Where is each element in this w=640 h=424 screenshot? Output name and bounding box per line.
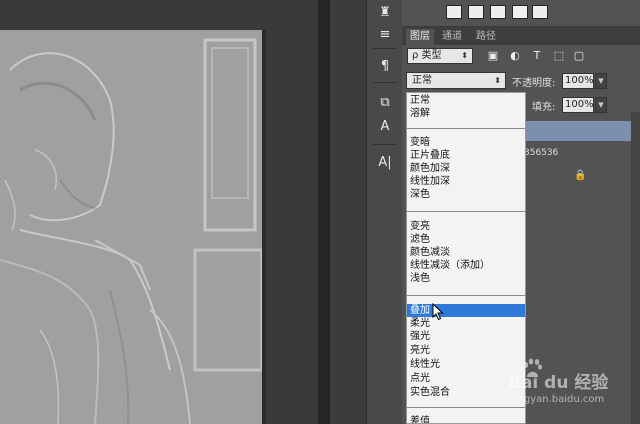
- panel-top-toolbar: [402, 0, 640, 27]
- distribute-icon[interactable]: [468, 5, 484, 19]
- dropdown-arrow-icon: ⬍: [494, 76, 501, 85]
- blend-option-soft-light[interactable]: 柔光: [407, 317, 525, 330]
- adjustment-filter-icon[interactable]: ◐: [508, 49, 522, 63]
- fill-dropdown-icon[interactable]: ▼: [595, 97, 607, 113]
- stripes-icon[interactable]: [490, 5, 506, 19]
- blend-option-difference[interactable]: 差值: [407, 415, 525, 423]
- menu-separator: [407, 211, 525, 212]
- separator: [373, 144, 397, 145]
- mouse-cursor-icon: [432, 303, 444, 321]
- blend-option-lighter-color[interactable]: 浅色: [407, 272, 525, 285]
- blend-option-multiply[interactable]: 正片叠底: [407, 149, 525, 162]
- opacity-dropdown-icon[interactable]: ▼: [595, 73, 607, 89]
- blend-option-darken[interactable]: 变暗: [407, 136, 525, 149]
- separator: [373, 48, 397, 49]
- high-pass-photo: [0, 30, 262, 424]
- blend-row: 正常 ⬍ 不透明度: 100% ▼: [402, 70, 640, 92]
- gradient-icon[interactable]: [532, 5, 548, 19]
- cross-icon[interactable]: [512, 5, 528, 19]
- paragraph-icon[interactable]: ¶: [374, 56, 396, 78]
- smart-object-filter-icon[interactable]: ▢: [572, 49, 586, 63]
- lock-icon: 🔒: [574, 170, 587, 181]
- blend-option-color-dodge[interactable]: 颜色减淡: [407, 246, 525, 259]
- panel-divider[interactable]: [318, 0, 330, 424]
- document-image[interactable]: [0, 30, 262, 424]
- canvas-area[interactable]: [0, 0, 318, 424]
- collapsed-dock: [330, 0, 366, 424]
- adjustments-icon[interactable]: ≡: [374, 24, 396, 46]
- watermark-url: jingyan.baidu.com: [512, 394, 605, 405]
- fill-input[interactable]: 100%: [562, 97, 594, 113]
- brush-preset-icon[interactable]: ♜: [374, 2, 396, 24]
- align-icon[interactable]: [446, 5, 462, 19]
- watermark-logo-text: Bai du 经验: [508, 373, 609, 393]
- panel-tabs: 图层 通道 路径: [402, 27, 640, 45]
- blend-option-linear-burn[interactable]: 线性加深: [407, 175, 525, 188]
- blend-option-vivid-light[interactable]: 亮光: [407, 344, 525, 357]
- blend-option-normal[interactable]: 正常: [407, 94, 525, 107]
- blend-mode-value: 正常: [412, 75, 432, 86]
- blend-option-lighten[interactable]: 变亮: [407, 220, 525, 233]
- blend-option-dissolve[interactable]: 溶解: [407, 107, 525, 120]
- blend-mode-select[interactable]: 正常 ⬍: [406, 72, 506, 89]
- pixel-filter-icon[interactable]: ▣: [486, 49, 500, 63]
- fill-label: 填充:: [532, 102, 556, 113]
- type-filter-icon[interactable]: T: [530, 49, 544, 63]
- shape-filter-icon[interactable]: ⬚: [552, 49, 566, 63]
- blend-option-overlay[interactable]: 叠加: [407, 304, 525, 317]
- blend-option-hard-light[interactable]: 强光: [407, 330, 525, 343]
- filter-kind-label: ρ 类型: [412, 50, 442, 61]
- panel-icon-dock: ♜ ≡ ¶ ⧉ A A|: [366, 0, 404, 424]
- blend-option-linear-dodge[interactable]: 线性减淡（添加）: [407, 259, 525, 272]
- blend-option-screen[interactable]: 滤色: [407, 233, 525, 246]
- document-edge: [262, 30, 266, 424]
- character-icon[interactable]: A|: [374, 152, 396, 174]
- opacity-input[interactable]: 100%: [562, 73, 594, 89]
- opacity-label: 不透明度:: [512, 78, 556, 89]
- layer-filter-row: ρ 类型 ⬍ ▣ ◐ T ⬚ ▢: [402, 45, 640, 67]
- blend-option-darker-color[interactable]: 深色: [407, 188, 525, 201]
- tab-layers[interactable]: 图层: [406, 29, 434, 45]
- clone-source-icon[interactable]: ⧉: [374, 92, 396, 114]
- blend-option-color-burn[interactable]: 颜色加深: [407, 162, 525, 175]
- dropdown-arrow-icon: ⬍: [461, 51, 468, 60]
- selected-layer-row[interactable]: [524, 121, 640, 141]
- tab-paths[interactable]: 路径: [472, 29, 500, 45]
- menu-separator: [407, 128, 525, 129]
- separator: [373, 82, 397, 83]
- menu-separator: [407, 407, 525, 408]
- menu-separator: [407, 295, 525, 296]
- filter-kind-select[interactable]: ρ 类型 ⬍: [407, 48, 473, 64]
- tab-channels[interactable]: 通道: [438, 29, 466, 45]
- character-style-icon[interactable]: A: [374, 116, 396, 138]
- layer-name[interactable]: 356536: [524, 148, 558, 158]
